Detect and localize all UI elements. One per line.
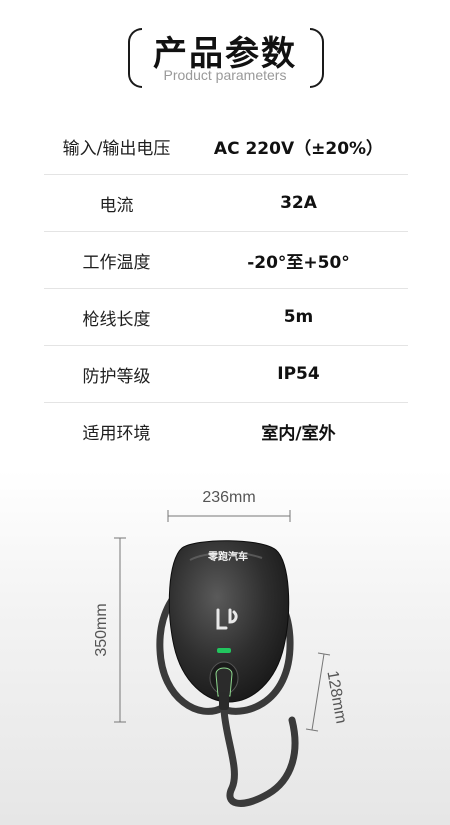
height-dimension: 350mm: [93, 537, 126, 723]
spec-value: 32A: [280, 193, 317, 213]
spec-row-cable-length: 枪线长度 5m: [44, 289, 408, 346]
connector-handle: [219, 692, 229, 710]
spec-value: 室内/室外: [261, 423, 336, 444]
spec-row-voltage: 输入/输出电压 AC 220V（±20%）: [44, 118, 408, 175]
spec-label: 适用环境: [82, 423, 151, 444]
depth-dimension: 128mm: [305, 652, 349, 732]
spec-table: 输入/输出电压 AC 220V（±20%） 电流 32A 工作温度 -20°至+…: [44, 118, 408, 459]
height-label: 350mm: [93, 603, 110, 656]
brand-text: 零跑汽车: [207, 550, 248, 563]
product-parameters-page: 产品参数 Product parameters 输入/输出电压 AC 220V（…: [0, 0, 450, 825]
width-label: 236mm: [202, 489, 255, 506]
spec-label: 枪线长度: [82, 309, 151, 330]
section-header: 产品参数 Product parameters: [0, 24, 450, 94]
spec-row-current: 电流 32A: [44, 175, 408, 232]
spec-label: 工作温度: [82, 252, 151, 273]
spec-row-temperature: 工作温度 -20°至+50°: [44, 232, 408, 289]
spec-value: IP54: [277, 364, 320, 384]
spec-value: -20°至+50°: [247, 252, 350, 273]
spec-label: 电流: [99, 195, 134, 216]
section-subtitle: Product parameters: [163, 67, 287, 83]
spec-label: 输入/输出电压: [62, 138, 171, 159]
spec-row-environment: 适用环境 室内/室外: [44, 403, 408, 459]
width-dimension: 236mm: [167, 489, 291, 522]
spec-row-protection: 防护等级 IP54: [44, 346, 408, 403]
depth-label: 128mm: [323, 669, 349, 725]
status-indicator-light: [217, 648, 231, 653]
spec-value: AC 220V（±20%）: [213, 138, 384, 159]
spec-label: 防护等级: [82, 366, 151, 387]
charging-connector-icon: [215, 667, 233, 697]
charger-illustration: 236mm 350mm 128mm 零跑汽车: [93, 489, 349, 807]
spec-value: 5m: [283, 307, 314, 327]
